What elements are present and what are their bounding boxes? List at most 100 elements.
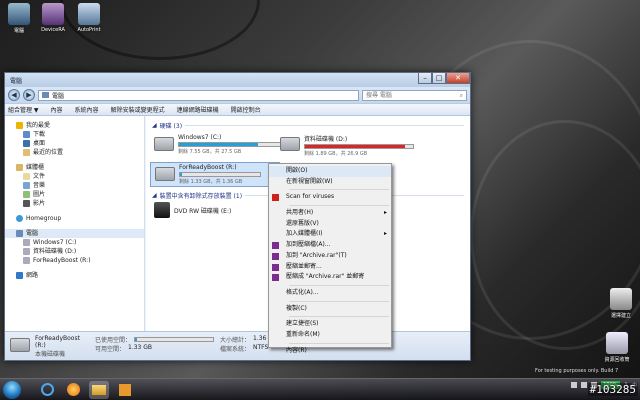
address-bar[interactable]: 電腦 <box>38 89 359 101</box>
menu-item[interactable]: 還原舊版(V) <box>269 219 391 230</box>
start-button[interactable] <box>3 380 21 399</box>
details-pane: ForReadyBoost (R:) 本機磁碟機 已使用空間： 可用空間： 1.3… <box>5 331 470 360</box>
taskbar-explorer[interactable] <box>89 380 109 399</box>
media-player-icon <box>119 383 131 396</box>
nav-drive-r[interactable]: ForReadyBoost (R:) <box>5 256 144 265</box>
winrar-icon <box>272 274 279 282</box>
drive-tile-r[interactable]: ForReadyBoost (R:) 剩餘 1.33 GB，共 1.36 GB <box>150 162 280 187</box>
menu-item[interactable]: 建立捷徑(S) <box>269 319 391 330</box>
properties-button[interactable]: 內容 <box>51 105 63 114</box>
menu-item[interactable]: 重新命名(M) <box>269 330 391 341</box>
drive-name: Windows7 (C:) <box>178 134 222 141</box>
computer-icon <box>42 92 49 98</box>
computer-icon <box>16 230 23 237</box>
nav-music[interactable]: 音樂 <box>5 181 144 190</box>
winrar-icon <box>272 252 279 260</box>
menu-item[interactable]: 格式化(A)... <box>269 288 391 299</box>
submenu-arrow-icon: ▸ <box>383 209 387 217</box>
drive-tile-d[interactable]: 資料磁碟機 (D:) 剩餘 1.89 GB，共 26.9 GB <box>280 134 414 157</box>
address-row: ◀ ▶ 電腦 搜尋 電腦 ⌕ <box>5 87 470 103</box>
menu-separator <box>289 284 389 286</box>
menu-item[interactable]: 加入媒體櫃(I) ▸ <box>269 229 391 240</box>
folder-icon <box>92 384 106 395</box>
watermark-text: For testing purposes only. Build 7 <box>535 368 619 374</box>
menu-item[interactable]: 複製(C) <box>269 304 391 315</box>
explorer-window[interactable]: 電腦 – □ ✕ ◀ ▶ 電腦 搜尋 電腦 ⌕ 組合管理 ▼ 內容 系統內容 解… <box>4 72 471 361</box>
nav-drive-d[interactable]: 資料磁碟機 (D:) <box>5 247 144 256</box>
menu-separator <box>289 189 389 191</box>
documents-icon <box>23 173 30 180</box>
maximize-button[interactable]: □ <box>432 73 446 84</box>
antivirus-icon <box>272 194 279 202</box>
forward-button[interactable]: ▶ <box>23 89 35 101</box>
taskbar-ie[interactable] <box>37 381 57 399</box>
nav-documents[interactable]: 文件 <box>5 172 144 181</box>
menu-item[interactable]: Scan for viruses <box>269 192 391 203</box>
context-menu: 開啟(O) 在新視窗開啟(W) Scan for viruses 共用者(H) ▸ 還原舊… <box>268 163 392 354</box>
taskbar: 100% ♫ 中 <box>0 378 640 400</box>
image-id-label: #103285 <box>587 383 638 396</box>
recent-folder-icon <box>23 149 30 156</box>
close-button[interactable]: ✕ <box>446 73 470 84</box>
search-icon: ⌕ <box>459 91 463 99</box>
nav-libraries[interactable]: 媒體櫃 <box>5 163 144 172</box>
tray-icon[interactable] <box>571 382 578 388</box>
group-header-hdd[interactable]: ◢ 硬碟 (3) <box>152 121 464 130</box>
taskbar-firefox[interactable] <box>63 381 83 399</box>
nav-computer[interactable]: 電腦 <box>5 229 144 238</box>
nav-favorites[interactable]: 我的最愛 <box>5 121 144 130</box>
details-free-value: 1.33 GB <box>128 344 153 351</box>
system-properties-button[interactable]: 系統內容 <box>75 105 99 114</box>
music-icon <box>23 182 30 189</box>
menu-item[interactable]: 加到 "Archive.rar"(T) <box>269 251 391 262</box>
nav-drive-c[interactable]: Windows7 (C:) <box>5 238 144 247</box>
menu-separator <box>289 205 389 207</box>
taskbar-media[interactable] <box>115 381 135 399</box>
library-icon <box>16 164 23 171</box>
back-button[interactable]: ◀ <box>8 89 20 101</box>
menu-item[interactable]: 內容(R) <box>269 346 391 357</box>
nav-videos[interactable]: 影片 <box>5 199 144 208</box>
title-bar[interactable]: 電腦 – □ ✕ <box>5 73 470 87</box>
desktop-icon-recycle[interactable]: 資源回收筒 <box>596 332 638 363</box>
map-network-drive-button[interactable]: 連線網路磁碟機 <box>177 105 219 114</box>
search-input[interactable]: 搜尋 電腦 ⌕ <box>362 89 467 101</box>
nav-downloads[interactable]: 下載 <box>5 130 144 139</box>
drive-name: ForReadyBoost (R:) <box>179 164 237 171</box>
dvd-drive-icon <box>154 202 170 218</box>
menu-item[interactable]: 在新視窗開啟(W) <box>269 177 391 188</box>
nav-desktop[interactable]: 桌面 <box>5 139 144 148</box>
desktop-icon-gadget[interactable]: 選擇建立 <box>603 288 639 319</box>
firefox-icon <box>66 383 80 396</box>
nav-network[interactable]: 網路 <box>5 271 144 280</box>
desktop-icon-computer[interactable]: 電腦 <box>4 3 34 34</box>
organize-button[interactable]: 組合管理 ▼ <box>8 105 39 114</box>
menu-item[interactable]: 共用者(H) ▸ <box>269 208 391 219</box>
drive-icon <box>23 257 30 264</box>
menu-item[interactable]: 開啟(O) <box>269 166 391 177</box>
desktop-icon-autoprint[interactable]: AutoPrint <box>74 3 104 33</box>
pictures-icon <box>23 191 30 198</box>
hard-drive-icon <box>10 338 30 352</box>
nav-recent[interactable]: 最近的位置 <box>5 148 144 157</box>
uninstall-program-button[interactable]: 解除安裝或變更程式 <box>111 105 165 114</box>
gadget-icon <box>610 288 632 310</box>
drive-tile-dvd[interactable]: DVD RW 磁碟機 (E:) <box>154 202 231 218</box>
breadcrumb-computer[interactable]: 電腦 <box>52 91 64 100</box>
minimize-button[interactable]: – <box>418 73 432 84</box>
tray-icon[interactable] <box>581 382 588 388</box>
drive-tile-c[interactable]: Windows7 (C:) 剩餘 7.55 GB，共 27.5 GB <box>154 134 288 155</box>
homegroup-icon <box>16 215 23 222</box>
nav-pictures[interactable]: 圖片 <box>5 190 144 199</box>
download-folder-icon <box>23 131 30 138</box>
open-control-panel-button[interactable]: 開啟控制台 <box>231 105 261 114</box>
hard-drive-icon <box>154 137 174 151</box>
nav-homegroup[interactable]: Homegroup <box>5 214 144 223</box>
drive-free-text: 剩餘 1.33 GB，共 1.36 GB <box>179 179 243 185</box>
menu-item[interactable]: 壓縮並郵寄... <box>269 262 391 273</box>
menu-item[interactable]: 壓縮成 "Archive.rar" 並郵寄 <box>269 272 391 283</box>
menu-item[interactable]: 加到壓縮檔(A)... <box>269 240 391 251</box>
computer-icon <box>8 3 30 25</box>
menu-separator <box>289 342 389 344</box>
desktop-icon-devicera[interactable]: DeviceRA <box>38 3 68 33</box>
